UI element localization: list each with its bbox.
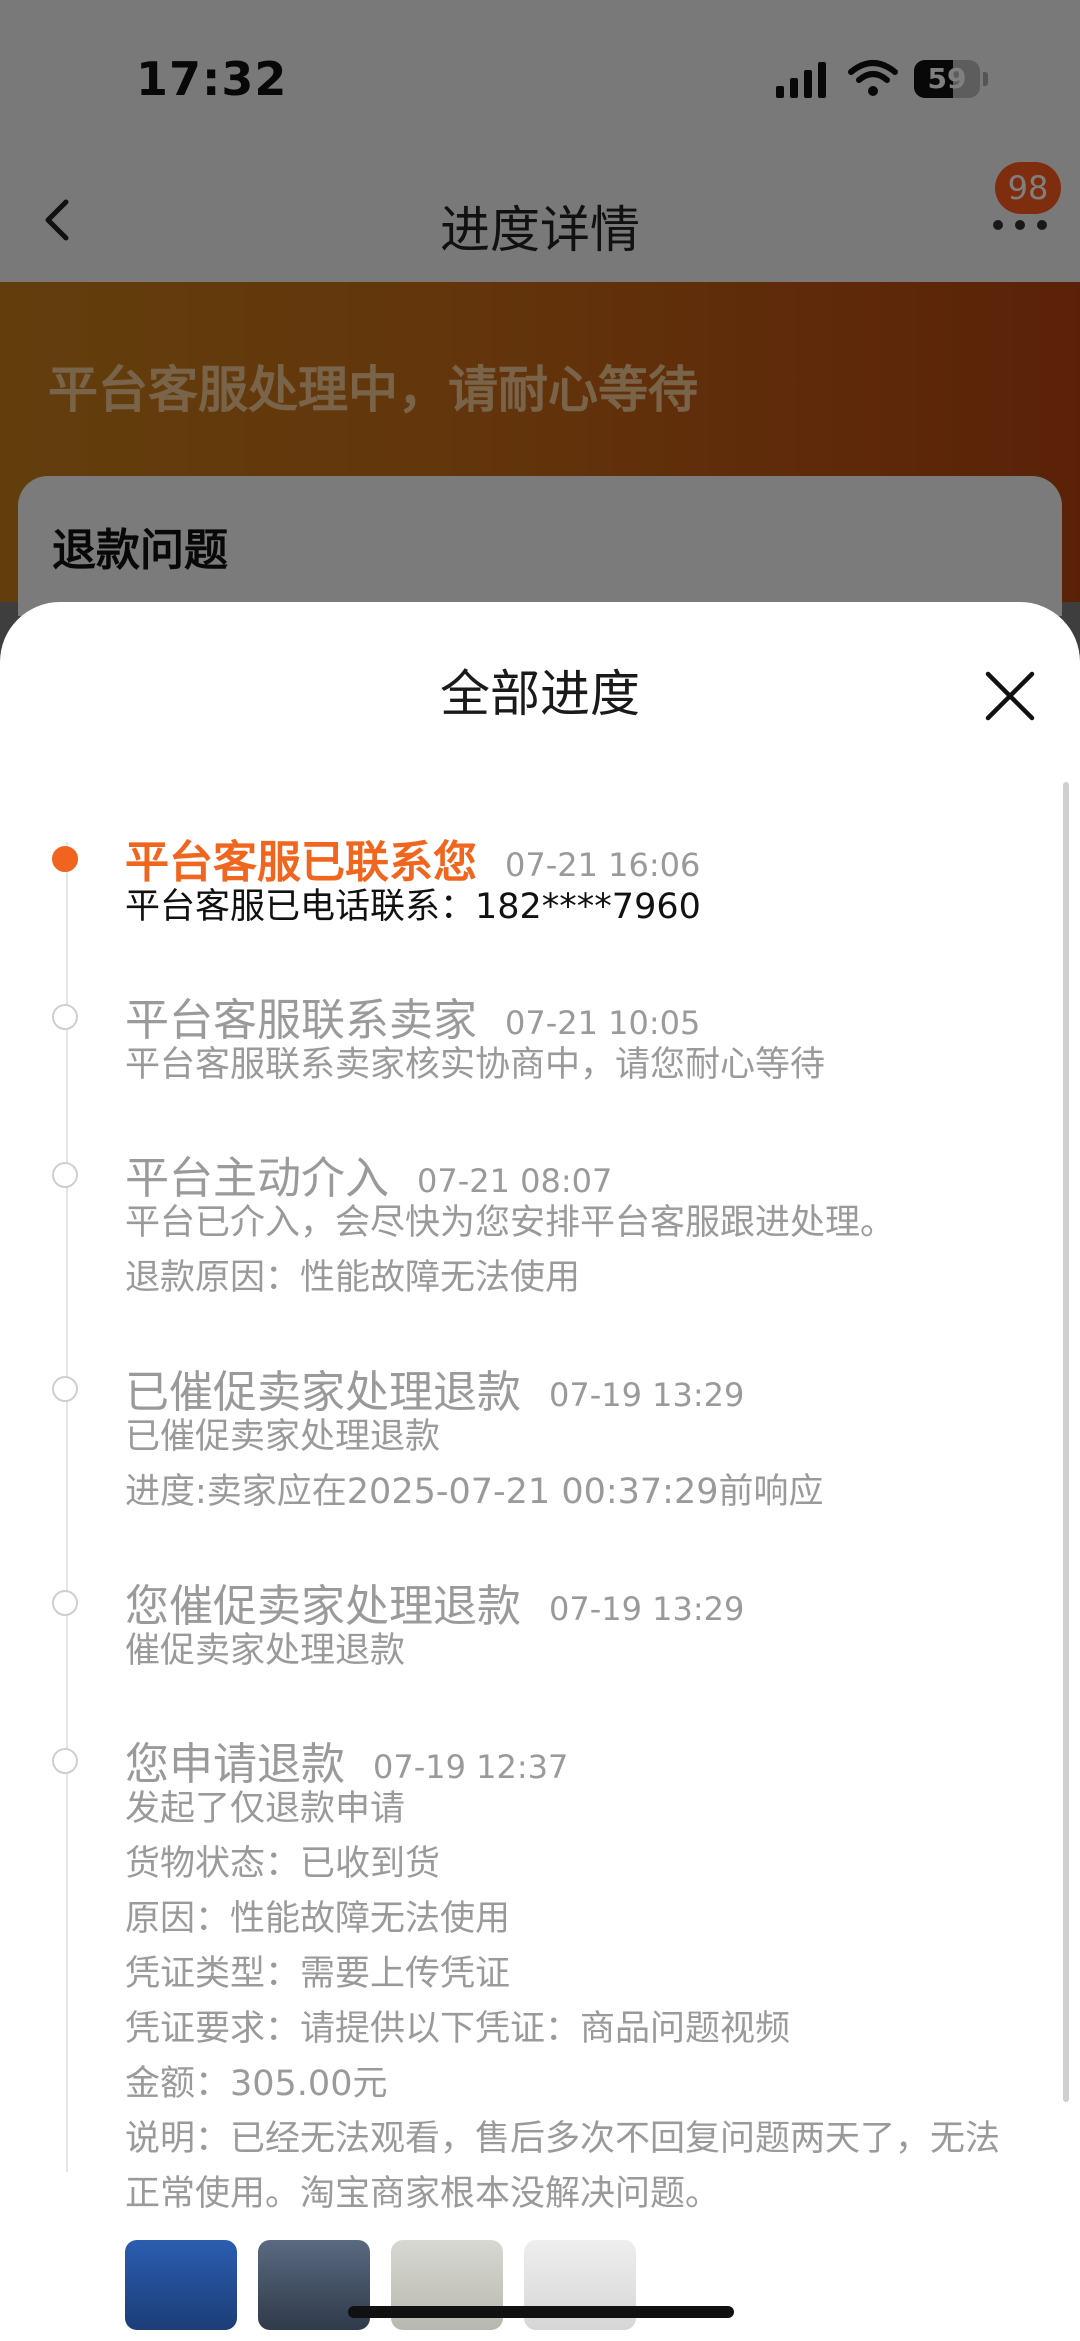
entry-line: 说明：已经无法观看，售后多次不回复问题两天了，无法正常使用。淘宝商家根本没解决问… [125, 2119, 1001, 2214]
evidence-image[interactable] [125, 2240, 237, 2330]
entry-line: 平台客服联系卖家核实协商中，请您耐心等待 [125, 1045, 826, 1085]
timeline-dot [52, 1590, 78, 1616]
entry-time: 07-21 08:07 [417, 1162, 613, 1200]
entry-line: 发起了仅退款申请 [125, 1789, 406, 1829]
timeline-dot-active [52, 846, 78, 872]
progress-sheet: 全部进度 平台客服已联系您 07-21 16:06 平台客服已电话联系：182**… [0, 602, 1080, 2341]
entry-time: 07-21 16:06 [505, 846, 701, 884]
entry-line: 退款原因：性能故障无法使用 [125, 1258, 581, 1298]
entry-line: 平台客服已电话联系：182****7960 [125, 887, 701, 927]
close-icon[interactable] [982, 668, 1038, 724]
entry-line: 货物状态：已收到货 [125, 1844, 441, 1884]
entry-line: 平台已介入，会尽快为您安排平台客服跟进处理。 [125, 1203, 896, 1243]
timeline-dot [52, 1004, 78, 1030]
entry-line: 原因：性能故障无法使用 [125, 1899, 511, 1939]
timeline-dot [52, 1376, 78, 1402]
entry-line: 金额：305.00元 [125, 2064, 388, 2104]
timeline-dot [52, 1162, 78, 1188]
entry-time: 07-21 10:05 [505, 1004, 701, 1042]
entry-line: 催促卖家处理退款 [125, 1631, 406, 1671]
entry-line: 凭证要求：请提供以下凭证：商品问题视频 [125, 2009, 791, 2049]
entry-time: 07-19 13:29 [549, 1376, 745, 1414]
timeline-line [66, 842, 68, 2172]
entry-line: 已催促卖家处理退款 [125, 1417, 441, 1457]
sheet-title: 全部进度 [440, 665, 640, 723]
entry-time: 07-19 13:29 [549, 1590, 745, 1628]
entry-line: 进度:卖家应在2025-07-21 00:37:29前响应 [125, 1472, 824, 1512]
scrollbar[interactable] [1063, 782, 1069, 2102]
entry-line: 凭证类型：需要上传凭证 [125, 1954, 511, 1994]
entry-time: 07-19 12:37 [373, 1748, 569, 1786]
home-indicator [348, 2306, 734, 2318]
timeline-dot [52, 1748, 78, 1774]
